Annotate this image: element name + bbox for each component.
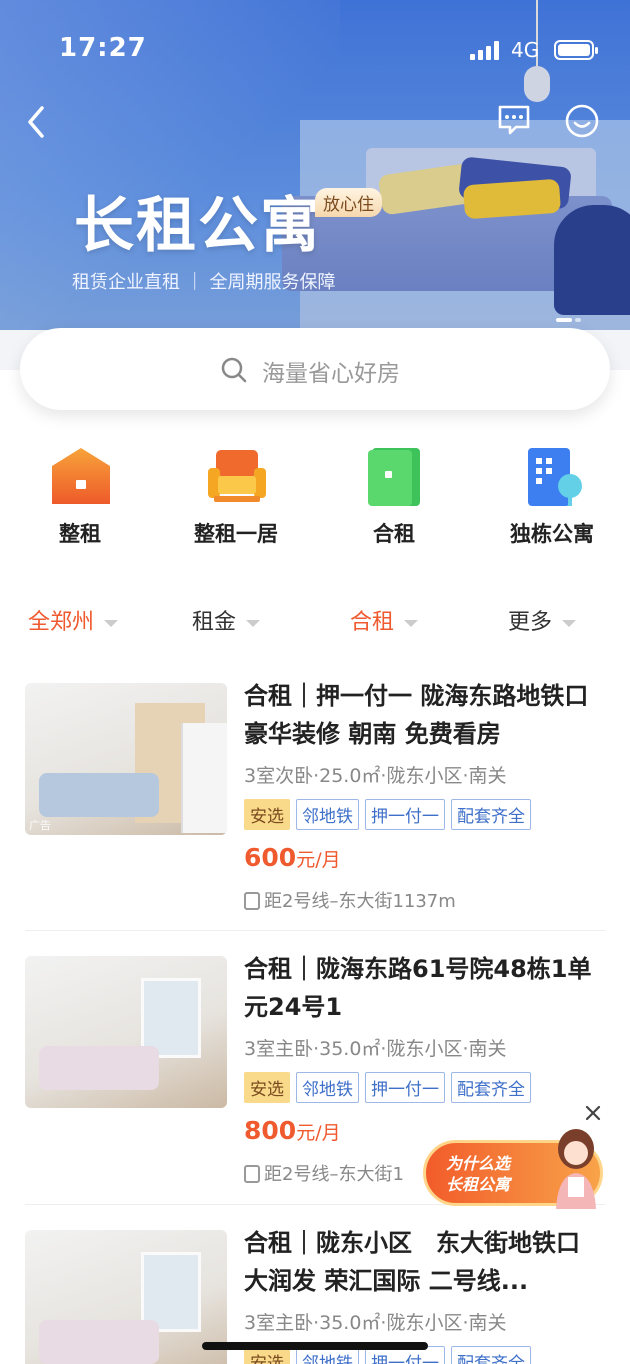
filter-label: 合租 xyxy=(350,610,395,635)
tag-badge: 配套齐全 xyxy=(451,799,531,830)
category-whole-rent[interactable]: 整租 xyxy=(20,440,140,550)
category-one-bedroom[interactable]: 整租一居 xyxy=(176,440,296,550)
carousel-dot-active xyxy=(556,317,572,322)
door-icon xyxy=(368,448,420,506)
tag-badge: 配套齐全 xyxy=(451,1072,531,1103)
tag-badge: 安选 xyxy=(244,799,290,830)
house-icon xyxy=(52,448,110,504)
status-time: 17:27 xyxy=(59,33,147,63)
filter-label: 租金 xyxy=(192,610,237,635)
filter-label: 全郑州 xyxy=(28,610,95,635)
listing-distance: 距2号线–东大街1137m xyxy=(244,887,456,913)
chevron-left-icon xyxy=(28,106,44,138)
promo-text: 为什么选 长租公寓 xyxy=(446,1154,511,1194)
sofa-icon xyxy=(208,450,266,502)
back-button[interactable] xyxy=(20,100,60,144)
building-icon xyxy=(528,448,582,506)
listing-meta: 3室主卧·35.0㎡·陇东小区·南关 xyxy=(244,1312,507,1334)
network-type: 4G xyxy=(511,38,540,62)
category-label: 整租一居 xyxy=(194,522,278,546)
category-shared-rent[interactable]: 合租 xyxy=(334,440,454,550)
listing-photo: 广告 xyxy=(25,683,227,835)
category-label: 整租 xyxy=(59,522,101,546)
service-button[interactable] xyxy=(563,102,601,140)
search-icon xyxy=(221,357,247,383)
bus-icon xyxy=(244,892,260,910)
listing-tags: 安选 邻地铁 押一付一 配套齐全 xyxy=(244,1072,537,1103)
listing-title: 合租｜陇海东路61号院48栋1单元24号1 xyxy=(244,955,592,1021)
category-standalone-apartment[interactable]: 独栋公寓 xyxy=(492,440,612,550)
bus-icon xyxy=(244,1165,260,1183)
listing-title: 合租｜押一付一 陇海东路地铁口 豪华装修 朝南 免费看房 xyxy=(244,682,589,748)
listing-tags: 安选 邻地铁 押一付一 配套齐全 xyxy=(244,799,537,830)
home-indicator[interactable] xyxy=(202,1342,428,1350)
listing-photo xyxy=(25,956,227,1108)
tag-badge: 押一付一 xyxy=(365,1072,445,1103)
title-tag-badge: 放心住 xyxy=(315,188,382,217)
filter-rent[interactable]: 租金 xyxy=(192,604,261,636)
tag-badge: 邻地铁 xyxy=(296,799,359,830)
battery-icon xyxy=(554,40,598,60)
divider xyxy=(25,930,605,931)
listing-card[interactable]: 广告 合租｜押一付一 陇海东路地铁口 豪华装修 朝南 免费看房 3室次卧·25.… xyxy=(0,682,630,955)
filter-city[interactable]: 全郑州 xyxy=(28,604,119,636)
hero-pillow xyxy=(462,178,562,220)
search-placeholder: 海量省心好房 xyxy=(262,361,400,387)
tag-badge: 押一付一 xyxy=(365,799,445,830)
filter-label: 更多 xyxy=(508,610,553,635)
status-bar: 17:27 4G xyxy=(0,0,630,100)
signal-icon xyxy=(470,40,504,60)
chevron-down-icon xyxy=(246,619,261,627)
search-bar[interactable]: 海量省心好房 xyxy=(20,328,610,410)
why-choose-promo-button[interactable]: 为什么选 长租公寓 xyxy=(423,1129,603,1209)
filter-more[interactable]: 更多 xyxy=(508,604,577,636)
carousel-dot xyxy=(575,317,581,322)
smile-icon xyxy=(565,104,599,138)
tag-badge: 邻地铁 xyxy=(296,1072,359,1103)
listing-meta: 3室次卧·25.0㎡·陇东小区·南关 xyxy=(244,765,507,787)
listing-title: 合租｜陇东小区 东大街地铁口 大润发 荣汇国际 二号线... xyxy=(244,1230,580,1295)
tag-badge: 安选 xyxy=(244,1072,290,1103)
hero-chair xyxy=(554,205,630,315)
message-icon xyxy=(498,105,530,135)
chevron-down-icon xyxy=(404,619,419,627)
tag-badge: 配套齐全 xyxy=(451,1346,531,1364)
filter-type[interactable]: 合租 xyxy=(350,604,419,636)
listing-price: 800元/月 xyxy=(244,1116,341,1145)
listing-meta: 3室主卧·35.0㎡·陇东小区·南关 xyxy=(244,1038,507,1060)
message-button[interactable] xyxy=(496,102,532,138)
listing-price: 600元/月 xyxy=(244,843,341,872)
page-title: 长租公寓 xyxy=(74,191,322,261)
listing-photo xyxy=(25,1230,227,1364)
chevron-down-icon xyxy=(104,619,119,627)
chevron-down-icon xyxy=(562,619,577,627)
category-label: 合租 xyxy=(373,522,415,546)
ad-label: 广告 xyxy=(29,819,51,832)
category-label: 独栋公寓 xyxy=(510,522,594,546)
carousel-indicator xyxy=(556,309,584,328)
listing-distance: 距2号线–东大街1 xyxy=(244,1160,404,1186)
mascot-girl-icon xyxy=(556,1129,596,1209)
hero-subtitle: 租赁企业直租 ｜ 全周期服务保障 xyxy=(72,272,336,293)
